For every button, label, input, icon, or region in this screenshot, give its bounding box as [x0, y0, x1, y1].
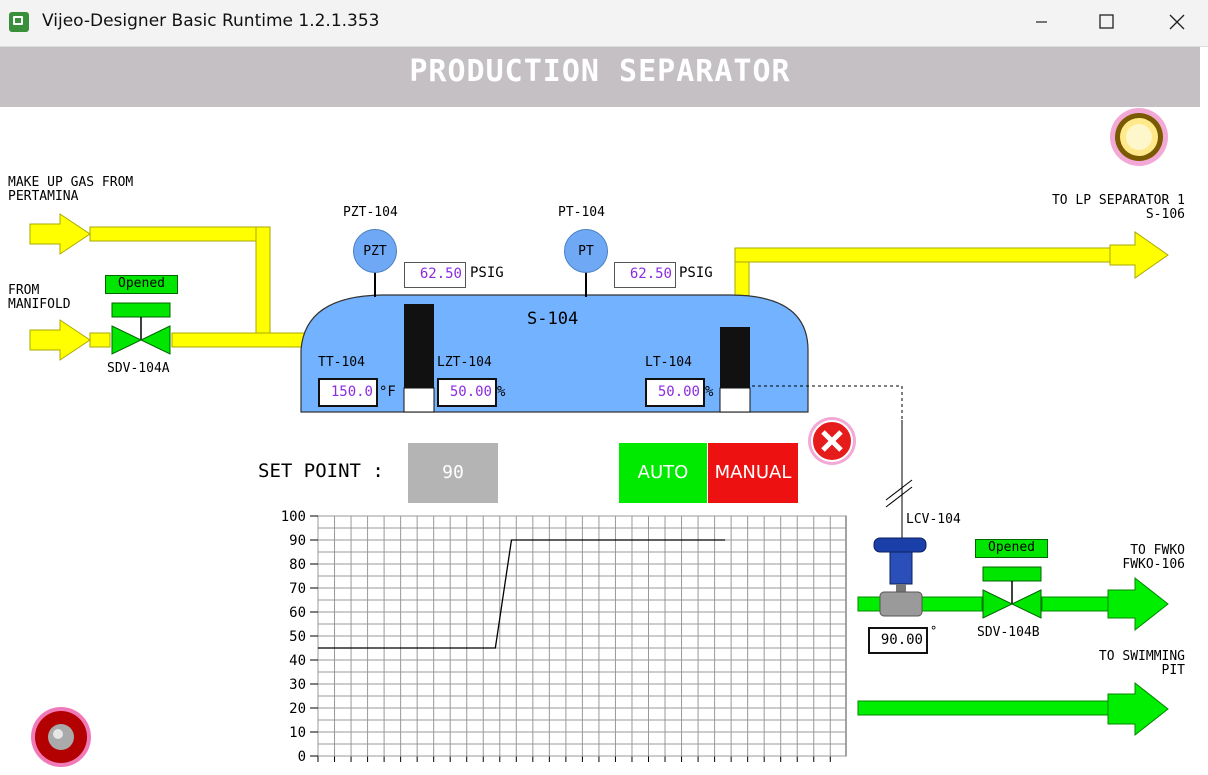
fwko-label: TO FWKO FWKO-106 — [1122, 543, 1185, 572]
lt-value: 50.00 — [645, 378, 705, 407]
manual-button[interactable]: MANUAL — [708, 443, 798, 503]
lzt-level-light — [403, 387, 435, 413]
manifold-pipe-b — [171, 332, 313, 348]
tt-value: 150.0 — [318, 378, 378, 407]
fwko-arrow — [1107, 576, 1169, 632]
y-tick-label: 60 — [289, 605, 306, 621]
lcv-104-unit: ° — [930, 624, 938, 638]
pzt-gauge[interactable]: PZT — [353, 229, 397, 273]
vessel-tag: S-104 — [527, 309, 579, 329]
pt-tag: PT-104 — [558, 205, 605, 220]
makeup-gas-label: MAKE UP GAS FROM PERTAMINA — [8, 175, 134, 204]
liquid-pipe-c — [1041, 596, 1113, 612]
lzt-tag: LZT-104 — [437, 355, 492, 370]
y-tick-label: 70 — [289, 581, 306, 597]
trend-chart: 1009080706050403020100 — [281, 509, 847, 765]
lzt-level-dark — [404, 304, 434, 388]
sdv-104b-status: Opened — [975, 539, 1048, 558]
y-tick-label: 50 — [289, 629, 306, 645]
lt-tag: LT-104 — [645, 355, 692, 370]
y-tick-label: 100 — [281, 509, 306, 525]
sdv-104a-tag[interactable]: SDV-104A — [107, 362, 170, 376]
lt-level-dark — [720, 327, 750, 388]
auto-button[interactable]: AUTO — [619, 443, 707, 503]
setpoint-input[interactable]: 90 — [408, 443, 498, 503]
lzt-unit: % — [497, 384, 506, 400]
emergency-stop-lamp — [31, 707, 91, 767]
y-tick-label: 20 — [289, 701, 306, 717]
setpoint-label: SET POINT : — [258, 460, 384, 482]
swimming-pit-pipe — [857, 700, 1111, 716]
y-tick-label: 40 — [289, 653, 306, 669]
y-tick-label: 10 — [289, 725, 306, 741]
close-circle-icon — [808, 417, 856, 465]
manifold-label: FROM MANIFOLD — [8, 283, 71, 312]
y-tick-label: 80 — [289, 557, 306, 573]
makeup-gas-riser — [255, 226, 271, 340]
status-lamp — [1110, 108, 1168, 166]
makeup-gas-pipe — [89, 226, 266, 242]
lp-separator-label: TO LP SEPARATOR 1 S-106 — [1051, 193, 1185, 222]
lcv-104-position: 90.00 — [868, 627, 928, 654]
y-tick-label: 90 — [289, 533, 306, 549]
manifold-pipe-a — [89, 332, 111, 348]
sdv-104b-valve — [982, 566, 1042, 619]
sdv-104a-valve — [111, 302, 171, 355]
pzt-value: 62.50 — [404, 262, 466, 288]
manifold-arrow — [29, 319, 91, 361]
lt-level-light — [719, 387, 751, 413]
lzt-value: 50.00 — [437, 378, 497, 407]
pzt-tag: PZT-104 — [343, 205, 398, 220]
makeup-gas-arrow — [29, 213, 91, 255]
tt-unit: °F — [379, 384, 396, 400]
y-tick-label: 30 — [289, 677, 306, 693]
lcv-104-valve — [873, 537, 927, 617]
liquid-pipe-b — [919, 596, 983, 612]
y-tick-label: 0 — [298, 749, 306, 765]
sdv-104a-status: Opened — [105, 275, 178, 294]
swimming-pit-label: TO SWIMMING PIT — [1098, 649, 1185, 678]
pt-value: 62.50 — [614, 262, 676, 288]
gas-outlet-pipe — [734, 247, 1136, 263]
sdv-104b-tag[interactable]: SDV-104B — [977, 626, 1040, 640]
lp-separator-arrow — [1109, 231, 1169, 279]
pt-unit: PSIG — [679, 265, 713, 281]
swimming-pit-arrow — [1107, 681, 1169, 737]
pt-gauge[interactable]: PT — [564, 229, 608, 273]
pzt-unit: PSIG — [470, 265, 504, 281]
tt-tag: TT-104 — [318, 355, 365, 370]
lt-unit: % — [705, 384, 714, 400]
lcv-104-tag[interactable]: LCV-104 — [906, 513, 961, 527]
close-popup-button[interactable] — [806, 415, 858, 467]
